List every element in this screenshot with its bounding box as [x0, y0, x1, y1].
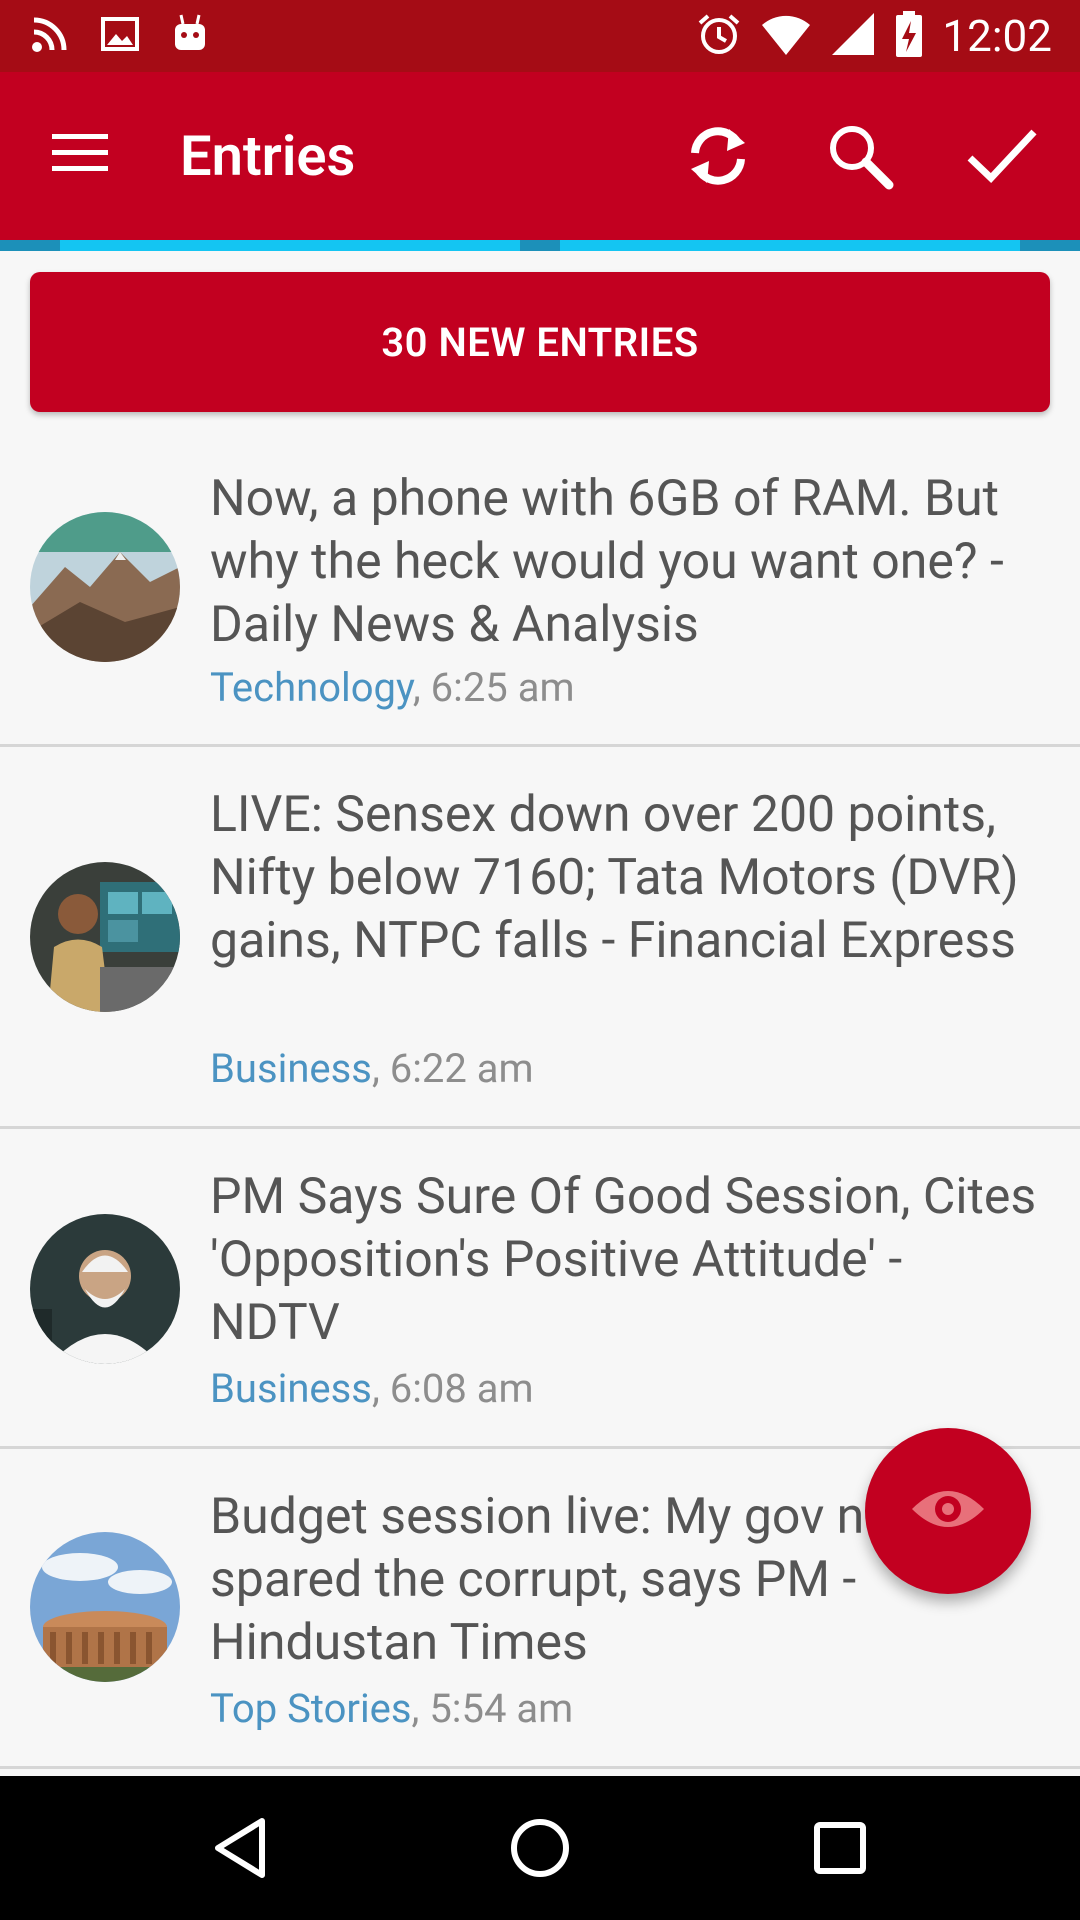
mark-read-fab[interactable]	[865, 1428, 1031, 1594]
list-item[interactable]: Now, a phone with 6GB of RAM. But why th…	[0, 412, 1080, 747]
progress-segment	[560, 240, 1020, 251]
list-item[interactable]: LIVE: Sensex down over 200 points, Nifty…	[0, 747, 1080, 1129]
entry-category[interactable]: Top Stories	[210, 1685, 412, 1732]
entry-time: , 6:08 am	[371, 1365, 534, 1412]
refresh-icon[interactable]	[680, 118, 756, 194]
image-icon	[100, 14, 140, 58]
menu-icon[interactable]	[50, 122, 116, 188]
signal-icon	[830, 11, 876, 61]
home-icon[interactable]	[490, 1798, 590, 1898]
status-right-icons: 12:02	[696, 8, 1052, 64]
entry-thumbnail	[30, 512, 180, 662]
progress-segment	[60, 240, 520, 251]
list-item[interactable]: PM Says Sure Of Good Session, Cites 'Opp…	[0, 1129, 1080, 1449]
status-left-icons	[30, 12, 210, 60]
rss-icon	[30, 14, 70, 58]
entry-category[interactable]: Business	[210, 1365, 372, 1412]
battery-charging-icon	[894, 9, 924, 63]
system-nav-bar	[0, 1776, 1080, 1920]
android-icon	[170, 12, 210, 60]
entry-category[interactable]: Business	[210, 1045, 372, 1092]
app-toolbar: Entries	[0, 72, 1080, 240]
entry-meta: Business, 6:22 am	[210, 1045, 534, 1093]
entry-meta: Business, 6:08 am	[210, 1365, 534, 1413]
loading-progress-bar	[0, 240, 1080, 251]
entry-time: , 6:22 am	[371, 1045, 534, 1092]
check-icon[interactable]	[964, 118, 1040, 194]
entry-category[interactable]: Technology	[210, 664, 413, 711]
entry-title: LIVE: Sensex down over 200 points, Nifty…	[210, 786, 1019, 970]
entry-thumbnail	[30, 1532, 180, 1682]
entry-meta: Top Stories, 5:54 am	[210, 1685, 573, 1733]
entry-title: Now, a phone with 6GB of RAM. But why th…	[210, 470, 1004, 654]
status-bar: 12:02	[0, 0, 1080, 72]
new-entries-button[interactable]: 30 NEW ENTRIES	[30, 272, 1050, 412]
entry-meta: Technology, 6:25 am	[210, 664, 575, 712]
entry-time: , 6:25 am	[412, 664, 575, 711]
back-icon[interactable]	[190, 1798, 290, 1898]
alarm-icon	[696, 11, 742, 61]
entry-time: , 5:54 am	[411, 1685, 574, 1732]
search-icon[interactable]	[822, 118, 898, 194]
wifi-icon	[760, 11, 812, 61]
page-title: Entries	[180, 123, 356, 189]
status-time: 12:02	[942, 10, 1052, 62]
entry-thumbnail	[30, 862, 180, 1012]
eye-icon	[908, 1479, 988, 1543]
recents-icon[interactable]	[790, 1798, 890, 1898]
entry-title: PM Says Sure Of Good Session, Cites 'Opp…	[210, 1168, 1037, 1352]
entry-thumbnail	[30, 1214, 180, 1364]
